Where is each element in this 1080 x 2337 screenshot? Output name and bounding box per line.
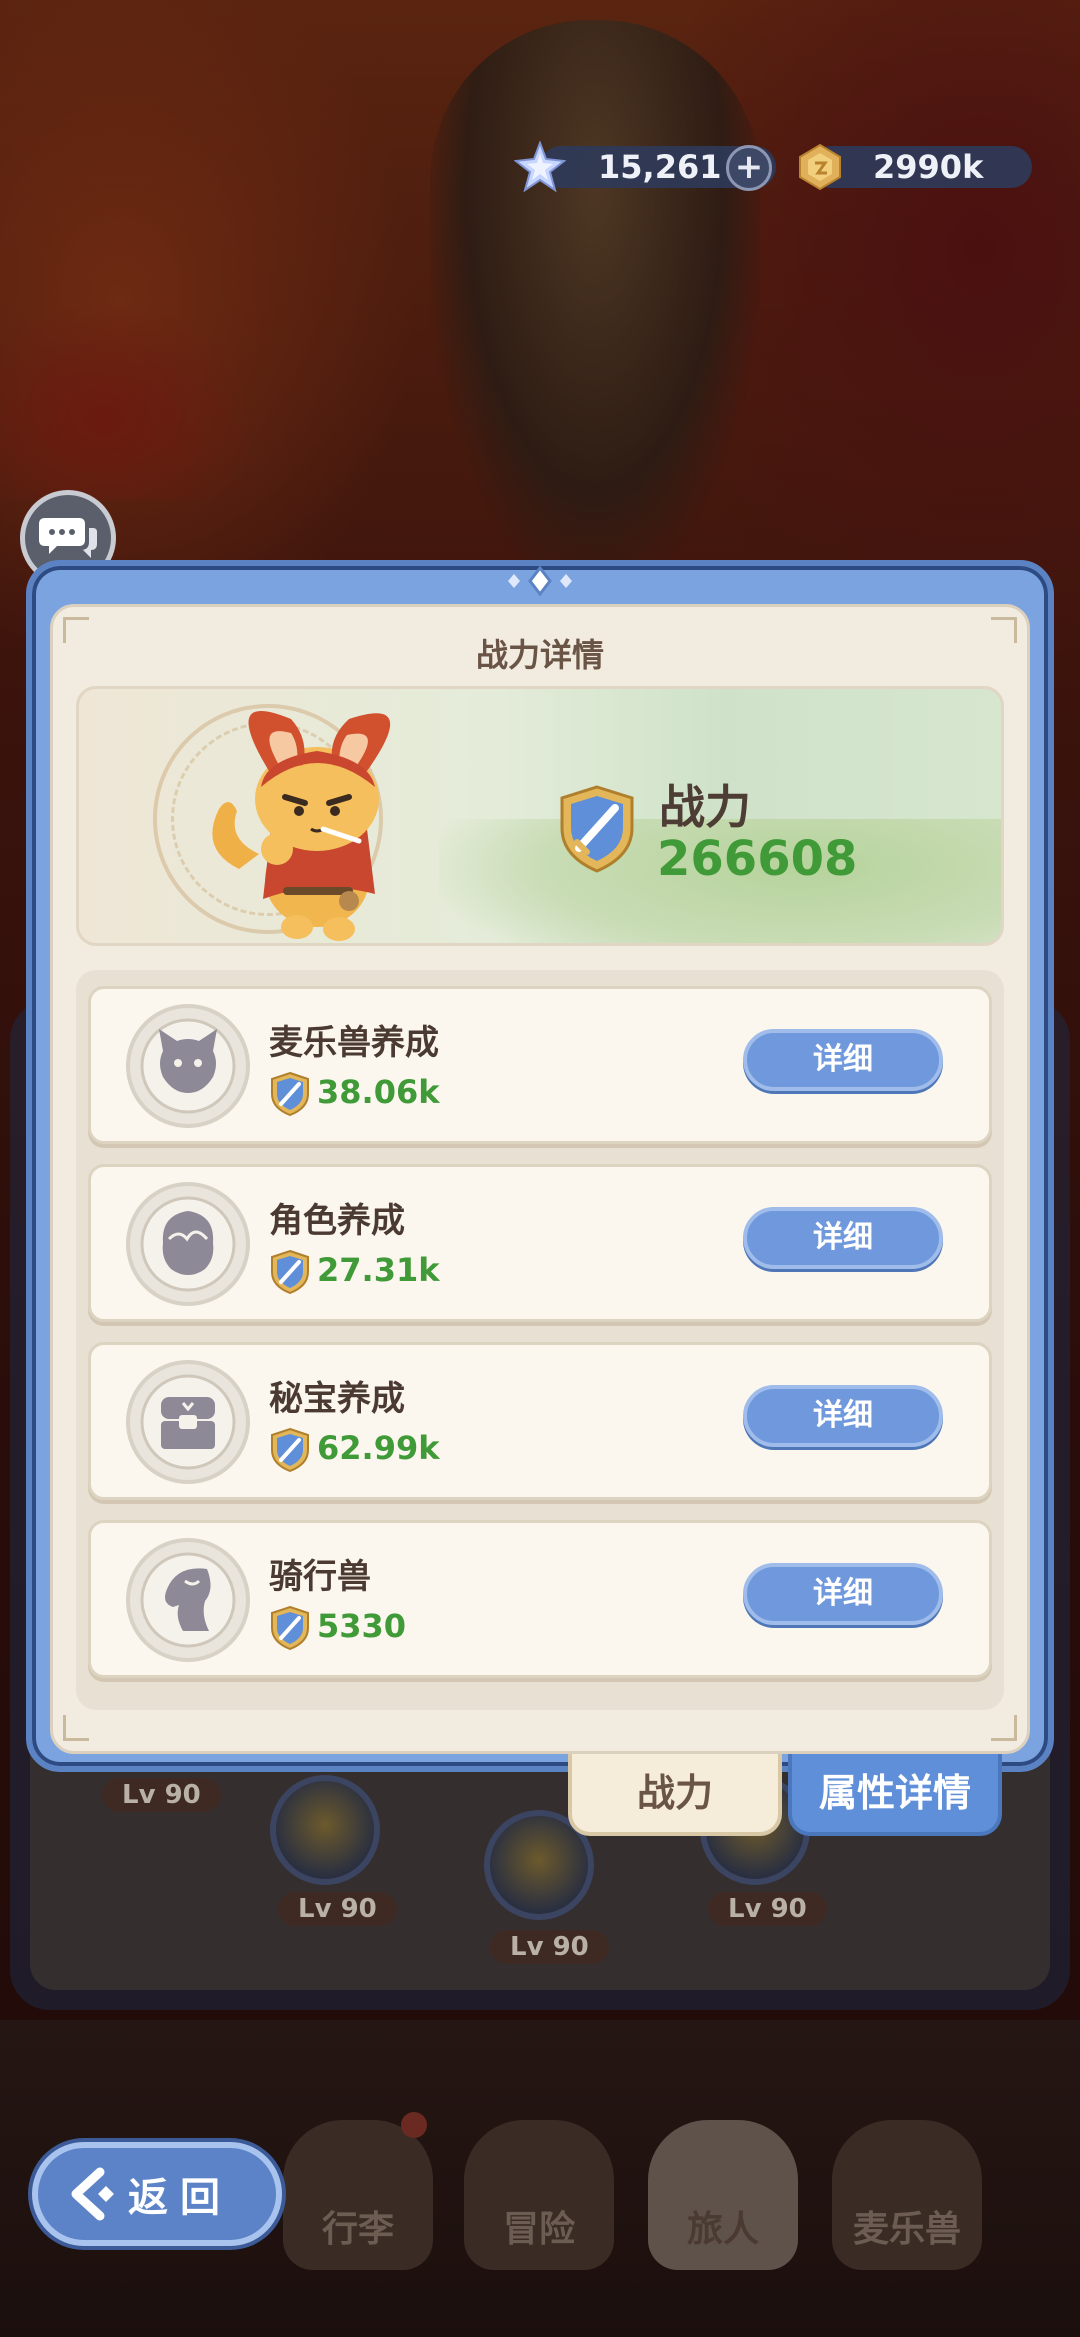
gem-amount: 15,261 bbox=[598, 148, 722, 186]
level-badge: Lv 90 bbox=[708, 1892, 827, 1926]
back-arrow-icon bbox=[71, 2167, 114, 2221]
back-label: 返回 bbox=[128, 2175, 232, 2221]
list-item-treasure-growth: 秘宝养成 62.99k 详细 bbox=[88, 1342, 992, 1500]
tab-power[interactable]: 战力 bbox=[568, 1754, 782, 1836]
power-summary-banner: 战力 266608 bbox=[76, 686, 1004, 946]
nav-tab-label: 麦乐兽 bbox=[852, 2209, 961, 2250]
power-shield-icon bbox=[271, 1605, 309, 1651]
level-badge: Lv 90 bbox=[490, 1930, 609, 1964]
row-power-value: 5330 bbox=[317, 1607, 407, 1645]
detail-button[interactable]: 详细 bbox=[743, 1207, 943, 1269]
row-label: 角色养成 bbox=[269, 1201, 405, 1241]
level-badge: Lv 90 bbox=[102, 1778, 221, 1812]
cat-head-icon bbox=[126, 1004, 250, 1128]
skill-node bbox=[270, 1775, 380, 1885]
row-label: 秘宝养成 bbox=[269, 1379, 405, 1419]
gold-coin-icon bbox=[799, 143, 841, 191]
corner-ornament bbox=[991, 1715, 1017, 1741]
mascot-cat-image bbox=[212, 710, 391, 941]
ornament-icon bbox=[508, 566, 572, 596]
nav-tab-label: 旅人 bbox=[686, 2209, 759, 2250]
detail-button[interactable]: 详细 bbox=[743, 1385, 943, 1447]
list-item-mount: 骑行兽 5330 详细 bbox=[88, 1520, 992, 1678]
nav-tab-label: 冒险 bbox=[502, 2209, 575, 2250]
treasure-chest-icon bbox=[126, 1360, 250, 1484]
nav-tab-luggage[interactable]: 行李 bbox=[283, 2112, 433, 2270]
star-crystal-icon bbox=[514, 141, 566, 193]
tab-attribute-details[interactable]: 属性详情 bbox=[788, 1754, 1002, 1836]
power-shield-icon bbox=[271, 1071, 309, 1117]
power-label: 战力 bbox=[659, 780, 751, 834]
total-power-value: 266608 bbox=[657, 831, 858, 887]
chat-bubble-icon bbox=[39, 518, 97, 558]
nav-tab-pet[interactable]: 麦乐兽 bbox=[832, 2120, 982, 2270]
back-button[interactable]: 返回 bbox=[32, 2142, 282, 2246]
power-shield-icon bbox=[560, 785, 634, 873]
nav-tab-traveler[interactable]: 旅人 bbox=[648, 2120, 798, 2270]
detail-button[interactable]: 详细 bbox=[743, 1563, 943, 1625]
nav-tab-label: 行李 bbox=[321, 2209, 394, 2250]
background-plant bbox=[0, 300, 260, 500]
detail-button[interactable]: 详细 bbox=[743, 1029, 943, 1091]
list-item-pet-growth: 麦乐兽养成 38.06k 详细 bbox=[88, 986, 992, 1144]
gold-amount: 2990k bbox=[873, 148, 984, 186]
corner-ornament bbox=[63, 1715, 89, 1741]
modal-title: 战力详情 bbox=[475, 636, 604, 674]
character-head-icon bbox=[126, 1182, 250, 1306]
row-power-value: 62.99k bbox=[317, 1429, 440, 1467]
nav-tab-adventure[interactable]: 冒险 bbox=[464, 2120, 614, 2270]
notification-dot bbox=[401, 2112, 427, 2138]
power-shield-icon bbox=[271, 1249, 309, 1295]
row-label: 麦乐兽养成 bbox=[269, 1023, 439, 1063]
horse-head-icon bbox=[126, 1538, 250, 1662]
row-power-value: 27.31k bbox=[317, 1251, 440, 1289]
level-badge: Lv 90 bbox=[278, 1892, 397, 1926]
list-item-character-growth: 角色养成 27.31k 详细 bbox=[88, 1164, 992, 1322]
row-label: 骑行兽 bbox=[269, 1557, 371, 1597]
row-power-value: 38.06k bbox=[317, 1073, 440, 1111]
background-character bbox=[430, 20, 760, 580]
power-shield-icon bbox=[271, 1427, 309, 1473]
add-gems-button[interactable]: + bbox=[726, 145, 772, 191]
